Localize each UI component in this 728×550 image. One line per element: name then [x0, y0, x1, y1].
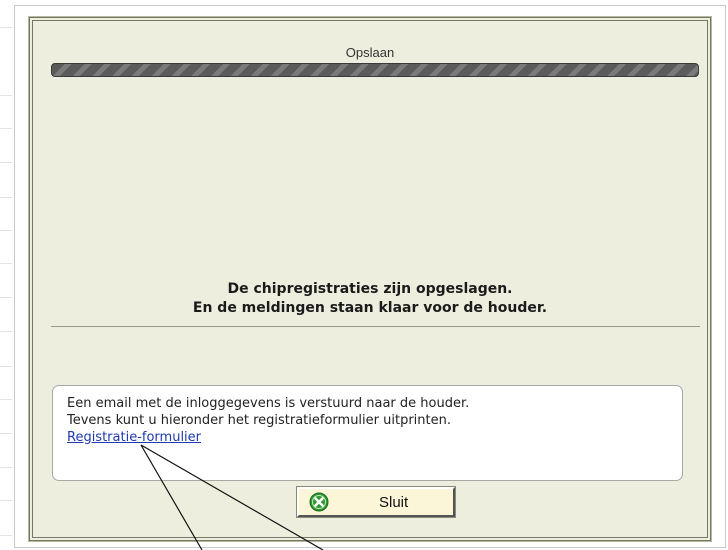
- registration-form-link[interactable]: Registratie-formulier: [67, 430, 201, 445]
- dialog-title: Opslaan: [345, 45, 395, 60]
- status-message: De chipregistraties zijn opgeslagen. En …: [33, 280, 707, 318]
- divider: [51, 326, 700, 327]
- background-page-rows: [0, 0, 12, 550]
- info-box: Een email met de inloggegevens is verstu…: [52, 385, 683, 481]
- status-message-line2: En de meldingen staan klaar voor de houd…: [192, 300, 548, 316]
- close-circle-icon: [309, 492, 329, 512]
- close-button[interactable]: Sluit: [296, 486, 456, 518]
- info-line2: Tevens kunt u hieronder het registratief…: [67, 413, 451, 428]
- progress-bar: [51, 63, 699, 77]
- close-button-label: Sluit: [379, 494, 409, 511]
- save-dialog: Opslaan De chipregistraties zijn opgesla…: [29, 17, 711, 541]
- status-message-line1: De chipregistraties zijn opgeslagen.: [227, 281, 513, 297]
- info-line1: Een email met de inloggegevens is verstu…: [67, 396, 470, 411]
